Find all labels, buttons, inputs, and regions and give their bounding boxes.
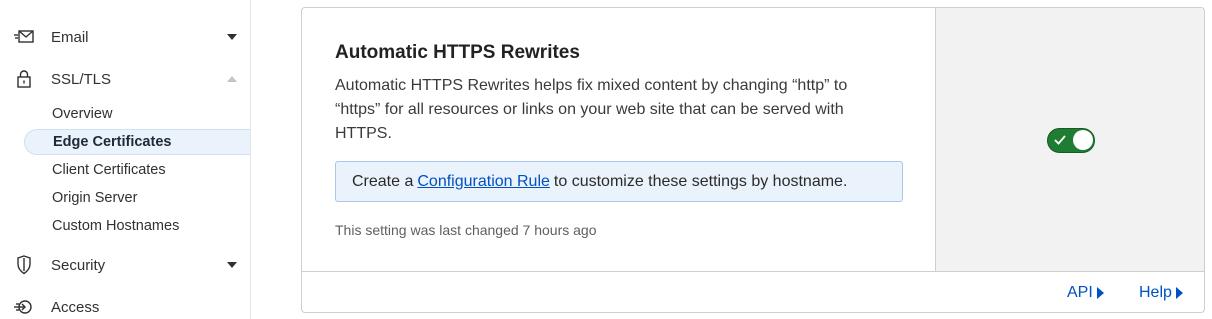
help-link-label: Help — [1139, 284, 1172, 301]
sidebar-item-email[interactable]: Email — [0, 21, 250, 53]
sidebar: Email SSL/TLS Overview Edge Certificates… — [0, 0, 251, 319]
sidebar-item-label: Email — [51, 28, 89, 46]
callout-prefix: Create a — [352, 172, 414, 190]
chevron-down-icon[interactable] — [225, 30, 239, 44]
sidebar-subitem-label: Overview — [52, 106, 113, 122]
https-rewrites-toggle[interactable] — [1047, 128, 1095, 153]
sidebar-item-label: Access — [51, 298, 100, 316]
chevron-down-icon[interactable] — [225, 258, 239, 272]
access-icon — [13, 296, 35, 318]
setting-card: Automatic HTTPS Rewrites Automatic HTTPS… — [301, 7, 1205, 313]
email-icon — [13, 26, 35, 48]
grid-icon — [13, 0, 35, 4]
setting-description: Automatic HTTPS Rewrites helps fix mixed… — [335, 77, 848, 142]
triangle-right-icon — [1096, 287, 1104, 299]
last-changed-text: This setting was last changed 7 hours ag… — [335, 222, 597, 238]
api-link[interactable]: API — [1067, 284, 1104, 302]
sidebar-subitem-overview[interactable]: Overview — [24, 101, 250, 127]
sidebar-subitem-edge-certificates[interactable]: Edge Certificates — [24, 129, 250, 155]
help-link[interactable]: Help — [1139, 284, 1183, 302]
setting-card-footer: API Help — [302, 271, 1204, 312]
callout-suffix: to customize these settings by hostname. — [553, 172, 848, 190]
setting-title: Automatic HTTPS Rewrites — [335, 42, 580, 63]
api-link-label: API — [1067, 284, 1093, 301]
chevron-up-icon[interactable] — [225, 72, 239, 86]
lock-icon — [13, 68, 35, 90]
configuration-rule-callout: Create a Configuration Rule to customize… — [335, 161, 903, 202]
sidebar-item-access[interactable]: Access — [0, 291, 250, 319]
sidebar-item-label: Security — [51, 256, 106, 274]
sidebar-item-security[interactable]: Security — [0, 249, 250, 281]
sidebar-subitem-origin-server[interactable]: Origin Server — [24, 185, 250, 211]
triangle-right-icon — [1175, 287, 1183, 299]
sidebar-item-ssl-tls[interactable]: SSL/TLS — [0, 63, 250, 95]
sidebar-subitem-client-certificates[interactable]: Client Certificates — [24, 157, 250, 183]
sidebar-subitem-label: Custom Hostnames — [52, 218, 180, 234]
setting-card-body: Automatic HTTPS Rewrites Automatic HTTPS… — [302, 8, 935, 271]
sidebar-subitem-custom-hostnames[interactable]: Custom Hostnames — [24, 213, 250, 239]
shield-icon — [13, 254, 35, 276]
toggle-knob — [1073, 130, 1093, 150]
configuration-rule-link[interactable]: Configuration Rule — [417, 173, 550, 191]
sidebar-subitem-label: Origin Server — [52, 190, 138, 206]
sidebar-subitem-label: Edge Certificates — [53, 134, 172, 150]
check-icon — [1054, 135, 1066, 145]
sidebar-item-label: SSL/TLS — [51, 70, 112, 88]
sidebar-subitem-label: Client Certificates — [52, 162, 166, 178]
setting-control-panel — [935, 8, 1204, 271]
